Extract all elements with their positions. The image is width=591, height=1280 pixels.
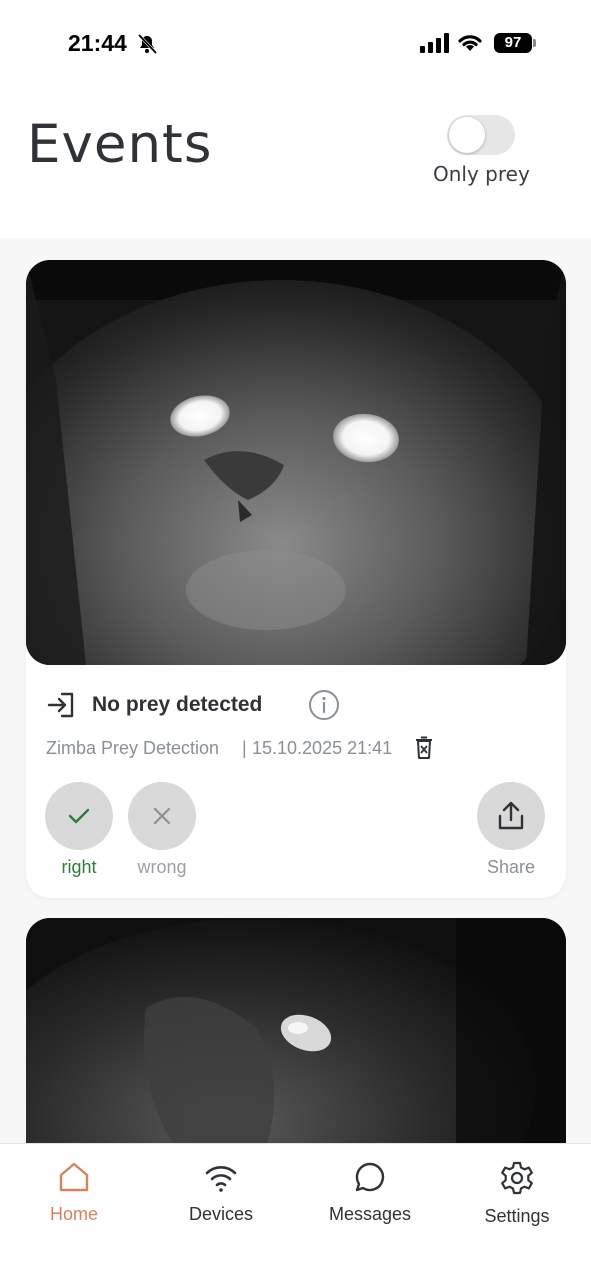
battery-indicator: 97	[494, 33, 532, 53]
nav-messages-label[interactable]: Messages	[310, 1204, 430, 1225]
meta-separator: |	[242, 738, 247, 758]
nav-settings-label[interactable]: Settings	[457, 1206, 577, 1227]
share-label[interactable]: Share	[466, 857, 556, 878]
info-icon[interactable]	[308, 689, 340, 721]
battery-tip	[533, 39, 536, 47]
nav-devices[interactable]: Devices	[161, 1160, 281, 1240]
event-card-2[interactable]	[26, 918, 566, 1148]
cat-night-image	[26, 260, 566, 665]
event-photo[interactable]	[26, 260, 566, 665]
trash-icon[interactable]	[414, 736, 434, 760]
feedback-wrong-button[interactable]	[128, 782, 196, 850]
check-icon	[68, 808, 90, 824]
detection-status: No prey detected	[92, 693, 263, 716]
event-status-row: No prey detected	[46, 688, 546, 722]
wifi-status-icon	[458, 35, 482, 51]
home-icon	[59, 1162, 89, 1192]
only-prey-toggle[interactable]	[447, 115, 515, 155]
device-name: Zimba Prey Detection	[46, 738, 220, 758]
nav-home[interactable]: Home	[14, 1160, 134, 1240]
feedback-wrong-label[interactable]: wrong	[117, 857, 207, 878]
event-meta: Zimba Prey Detection | 15.10.2025 21:41	[46, 736, 546, 762]
close-icon	[153, 807, 171, 825]
nav-messages[interactable]: Messages	[310, 1160, 430, 1240]
cat-night-image-2	[26, 918, 566, 1148]
toggle-knob[interactable]	[449, 117, 485, 153]
event-card[interactable]: No prey detected Zimba Prey Detection | …	[26, 260, 566, 898]
page-title: Events	[27, 114, 213, 175]
entry-icon	[47, 692, 74, 718]
bell-muted-icon	[137, 33, 158, 55]
nav-settings[interactable]: Settings	[457, 1160, 577, 1240]
wifi-icon	[205, 1166, 237, 1192]
share-icon	[498, 801, 524, 830]
event-datetime: 15.10.2025 21:41	[252, 738, 393, 758]
cellular-signal-icon	[420, 33, 449, 53]
chat-bubble-icon	[355, 1162, 385, 1192]
feedback-right-label[interactable]: right	[34, 857, 124, 878]
feedback-right-button[interactable]	[45, 782, 113, 850]
only-prey-label: Only prey	[433, 162, 530, 186]
bottom-nav: Home Devices Messages Settings	[0, 1143, 591, 1280]
status-bar: 21:44 97	[0, 0, 591, 90]
gear-icon	[501, 1161, 533, 1195]
nav-devices-label[interactable]: Devices	[161, 1204, 281, 1225]
nav-home-label[interactable]: Home	[14, 1204, 134, 1225]
share-button[interactable]	[477, 782, 545, 850]
status-time: 21:44	[68, 30, 127, 56]
